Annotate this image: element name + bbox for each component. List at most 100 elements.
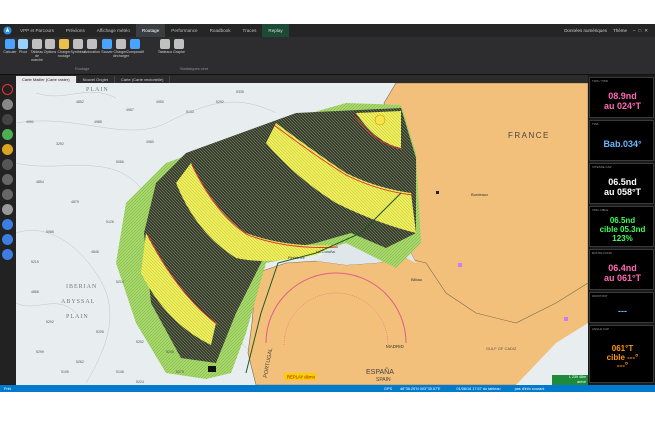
tab-meteo[interactable]: Affichage météo bbox=[91, 24, 136, 37]
eta-badge: L 239 48m arrivé bbox=[552, 375, 588, 385]
tab-roadbook[interactable]: Roadbook bbox=[204, 24, 237, 37]
ribbon-button-label: Tableaux bbox=[157, 50, 173, 54]
graph-icon bbox=[174, 39, 184, 49]
measure-icon[interactable] bbox=[2, 159, 13, 170]
instrument-value: --- bbox=[618, 305, 627, 316]
instrument-cell[interactable]: ROUTE FOND 06.4nd au 061°T bbox=[589, 249, 654, 290]
tab-performance[interactable]: Performance bbox=[165, 24, 203, 37]
load-unload-button[interactable]: Charger / décharger bbox=[113, 39, 129, 58]
tables-icon bbox=[160, 39, 170, 49]
depth-sounding: 5195 bbox=[61, 370, 69, 374]
instrument-cell[interactable]: WAYPOINT --- bbox=[589, 292, 654, 323]
tables-button[interactable]: Tableaux bbox=[158, 39, 172, 54]
instrument-cell[interactable]: ANGLE CAP 061°T cible ---° ---° bbox=[589, 325, 654, 383]
tab-routage[interactable]: Routage bbox=[135, 24, 166, 37]
tab-traces[interactable]: Traces bbox=[237, 24, 263, 37]
instrument-cell[interactable]: VMG CIBLE 06.5nd cible 05.3nd 123% bbox=[589, 206, 654, 247]
close-icon[interactable]: ✕ bbox=[644, 28, 651, 33]
theme-menu[interactable]: Thème bbox=[613, 28, 627, 33]
settings-icon[interactable] bbox=[2, 219, 13, 230]
options-button[interactable]: Options bbox=[43, 39, 57, 54]
info-icon[interactable] bbox=[2, 234, 13, 245]
doc-tab-vector[interactable]: Carte (Carte vectorielle) bbox=[115, 76, 171, 83]
numeric-data-toggle[interactable]: Données numériques bbox=[564, 28, 607, 33]
label-espana: ESPAÑA bbox=[366, 367, 394, 376]
window-controls: –□✕ bbox=[633, 28, 651, 34]
save-button[interactable]: Sauver bbox=[100, 39, 114, 54]
compare-button[interactable]: Comparatif bbox=[126, 39, 144, 54]
depth-sounding: 5224 bbox=[136, 380, 144, 384]
depth-sounding: 4957 bbox=[126, 108, 134, 112]
buoy-marker[interactable] bbox=[436, 191, 439, 194]
group-label-routage: Routage bbox=[75, 67, 90, 71]
tab-previsions[interactable]: Préviions bbox=[60, 24, 91, 37]
zoom-out-icon[interactable] bbox=[2, 189, 13, 200]
instrument-label: ANGLE CAP bbox=[592, 327, 610, 331]
instrument-value: 061°T bbox=[611, 343, 634, 353]
depth-sounding: 5299 bbox=[36, 350, 44, 354]
instrument-cell[interactable]: VITESSE CAP 06.5nd au 058°T bbox=[589, 163, 654, 204]
grib-icon[interactable] bbox=[2, 129, 13, 140]
graph-button[interactable]: Graphe bbox=[172, 39, 186, 54]
load-button[interactable]: Charger routage bbox=[57, 39, 71, 58]
tab-vpp[interactable]: VPP et Parcours bbox=[14, 24, 60, 37]
pivot-button[interactable]: Pivot bbox=[16, 39, 30, 54]
animation-button[interactable]: Animation bbox=[84, 39, 100, 54]
status-position: 46°36.26'N 003°35.57'E bbox=[400, 386, 441, 391]
wind-icon[interactable] bbox=[2, 99, 13, 110]
waypoint-marker-2[interactable] bbox=[564, 317, 568, 321]
depth-sounding: 3292 bbox=[56, 142, 64, 146]
summary-icon bbox=[73, 39, 83, 49]
status-datetime: 01/08/16 17:57 du tableau bbox=[456, 386, 501, 391]
finish-flag-icon[interactable] bbox=[208, 366, 216, 372]
table-button[interactable]: Tableau de marche bbox=[30, 39, 44, 62]
app-logo-icon[interactable] bbox=[0, 24, 14, 37]
doc-tab-raster[interactable]: Carte Mailler (Carte raster) bbox=[16, 76, 77, 83]
depth-sounding: 4852 bbox=[76, 100, 84, 104]
ribbon-button-label: Calculer bbox=[3, 50, 17, 54]
summary-button[interactable]: Synthèse bbox=[71, 39, 86, 54]
ribbon-button-label: Tableau de marche bbox=[30, 50, 44, 62]
record-icon[interactable] bbox=[2, 84, 13, 95]
menu-bar: VPP et Parcours Préviions Affichage mété… bbox=[0, 24, 655, 37]
help-icon[interactable] bbox=[2, 249, 13, 260]
instrument-value: Bab.034° bbox=[603, 138, 642, 149]
depth-sounding: 4980 bbox=[146, 140, 154, 144]
start-marker[interactable] bbox=[374, 114, 386, 126]
label-spain: SPAIN bbox=[376, 377, 391, 383]
application-window: VPP et Parcours Préviions Affichage mété… bbox=[0, 24, 655, 392]
layers-icon[interactable] bbox=[2, 114, 13, 125]
depth-sounding: 4868 bbox=[31, 290, 39, 294]
calculate-button[interactable]: Calculer bbox=[3, 39, 17, 54]
status-gps: GPS bbox=[384, 386, 393, 391]
zoom-in-icon[interactable] bbox=[2, 174, 13, 185]
tab-replay[interactable]: Replay bbox=[262, 24, 289, 37]
depth-sounding: 5086 bbox=[116, 160, 124, 164]
boat-icon[interactable] bbox=[2, 144, 13, 155]
compass-icon[interactable] bbox=[2, 204, 13, 215]
status-current: pas d'info courant bbox=[514, 386, 545, 391]
instrument-value: au 058°T bbox=[603, 186, 642, 197]
label-madrid: MADRID bbox=[386, 344, 404, 349]
depth-sounding: 5133 bbox=[186, 110, 194, 114]
label-finisterre: Finisterre bbox=[288, 255, 305, 260]
animation-icon bbox=[87, 39, 97, 49]
doc-tab-new[interactable]: Nouvel Onglet bbox=[77, 76, 115, 83]
instrument-cell[interactable]: TWS / TWD 08.9nd au 024°T bbox=[589, 77, 654, 118]
instrument-value: cible ---° bbox=[606, 352, 639, 362]
label-abyssal: ABYSSAL bbox=[61, 299, 95, 305]
depth-sounding: 5086 bbox=[46, 230, 54, 234]
waypoint-marker[interactable] bbox=[458, 263, 462, 267]
load-unload-icon bbox=[116, 39, 126, 49]
chart-map[interactable]: FRANCE ESPAÑA SPAIN PORTUGAL MADRID Bord… bbox=[16, 83, 588, 385]
depth-sounding: 5262 bbox=[76, 360, 84, 364]
load-icon bbox=[59, 39, 69, 49]
label-iberian: IBERIAN bbox=[66, 284, 97, 290]
instrument-label: TWS / TWD bbox=[592, 79, 608, 83]
depth-sounding: 5275 bbox=[176, 370, 184, 374]
label-bilbao: Bilbao bbox=[411, 277, 423, 282]
instrument-cell[interactable]: TWA Bab.034° bbox=[589, 120, 654, 161]
instrument-value: au 024°T bbox=[603, 100, 642, 111]
instrument-value: au 061°T bbox=[603, 272, 642, 283]
left-toolbar bbox=[0, 75, 16, 384]
